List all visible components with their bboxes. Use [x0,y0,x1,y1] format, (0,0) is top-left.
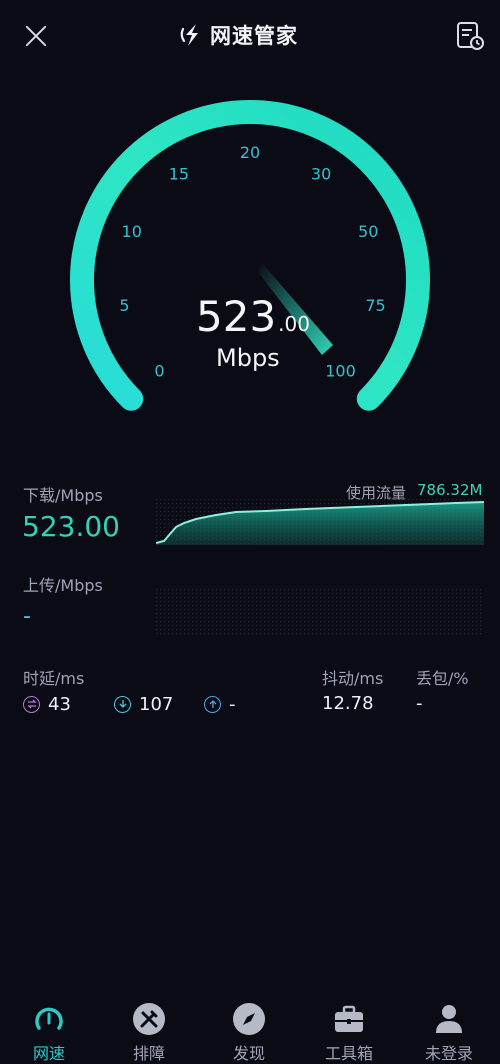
idle-latency-value: 43 [48,693,71,715]
upload-label: 上传/Mbps [23,576,103,595]
latency-upload: - [204,690,236,718]
gauge-tick-label: 5 [119,296,129,315]
upload-latency-icon [204,695,221,713]
download-latency-icon [114,695,131,713]
gauge-tick-label: 100 [325,362,356,381]
tools-icon [133,1003,165,1035]
nav-label-speed: 网速 [32,1044,65,1063]
nav-item-discover[interactable]: 发现 [214,996,284,1064]
nav-item-speed[interactable]: 网速 [14,996,84,1064]
nav-label-login: 未登录 [424,1044,473,1063]
gauge-tick-label: 75 [365,296,385,315]
nav-item-login[interactable]: 未登录 [414,996,484,1064]
usage-value: 786.32M [417,481,483,499]
latency-idle: 43 [23,690,71,718]
compass-icon [233,1003,265,1035]
latency-download: 107 [114,690,173,718]
history-report-icon[interactable] [454,20,486,52]
nav-item-toolbox[interactable]: 工具箱 [314,996,384,1064]
gauge-tick-label: 0 [154,362,164,381]
loss-value: - [416,693,423,714]
close-icon[interactable] [18,18,54,54]
loss-label: 丢包/% [416,669,469,688]
bottom-nav: 网速 排障 发现 工具箱 未登录 [0,996,500,1064]
gauge-tick-label: 30 [311,165,331,184]
brand: 网速管家 [178,20,298,50]
download-chart [156,499,484,545]
latency-row: 43 107 - [0,690,500,720]
speed-readout: 523 .00 [196,292,310,341]
jitter-label: 抖动/ms [322,669,384,688]
speed-test-screen: 网速管家 0 5 10 15 20 30 50 75 100 523 .00 M… [0,0,500,1064]
speed-unit: Mbps [216,344,280,372]
nav-label-discover: 发现 [232,1044,265,1063]
latency-label: 时延/ms [23,669,85,688]
nav-item-troubleshoot[interactable]: 排障 [114,996,184,1064]
download-label: 下载/Mbps [23,486,103,505]
gauge-tick-label: 20 [240,143,260,162]
upload-latency-value: - [229,693,236,715]
download-latency-value: 107 [139,693,174,715]
speedometer-icon [35,1007,63,1030]
gauge-tick-label: 10 [122,222,142,241]
brand-logo-icon [180,24,198,46]
nav-label-troubleshoot: 排障 [132,1044,165,1063]
gauge-tick-label: 15 [169,165,189,184]
user-icon [436,1005,462,1033]
gauge-tick-label: 50 [358,222,378,241]
toolbox-icon [335,1005,363,1032]
upload-chart [156,589,484,635]
speed-decimal: .00 [278,312,310,336]
app-title: 网速管家 [210,24,298,48]
idle-latency-icon [23,695,40,713]
jitter-value: 12.78 [322,693,374,714]
download-value: 523.00 [22,510,120,543]
header: 网速管家 [0,0,500,72]
upload-value: - [23,604,31,629]
nav-label-toolbox: 工具箱 [324,1044,373,1063]
speed-gauge: 0 5 10 15 20 30 50 75 100 523 .00 Mbps [0,80,500,420]
speed-value: 523 [196,292,277,341]
